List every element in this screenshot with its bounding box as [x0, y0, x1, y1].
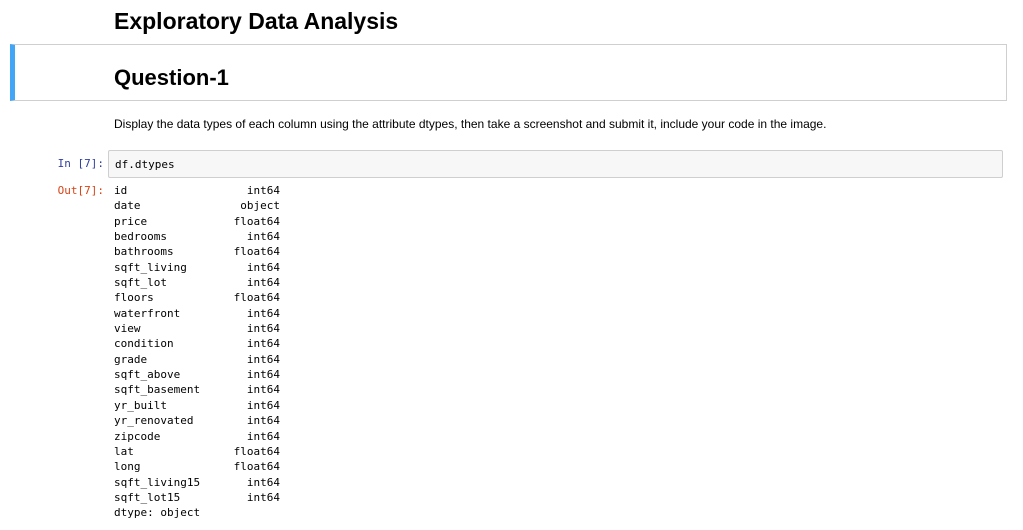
column-dtype: int64	[246, 276, 280, 290]
dtype-row: sqft_above int64	[114, 367, 280, 382]
column-dtype: int64	[246, 383, 280, 397]
column-dtype: int64	[246, 352, 280, 366]
column-dtype: float64	[233, 444, 280, 458]
column-name: bathrooms	[114, 245, 174, 259]
dtype-row: view int64	[114, 321, 280, 336]
column-name: lat	[114, 444, 134, 458]
column-dtype: float64	[233, 214, 280, 228]
column-dtype: int64	[246, 429, 280, 443]
column-name: view	[114, 322, 141, 336]
notebook-title: Exploratory Data Analysis	[114, 8, 399, 34]
column-name: condition	[114, 337, 174, 351]
column-name: yr_renovated	[114, 414, 194, 428]
dtype-row: waterfront int64	[114, 306, 280, 321]
dtype-row: bedrooms int64	[114, 229, 280, 244]
dtype-row: grade int64	[114, 352, 280, 367]
notebook-page: Exploratory Data Analysis Question-1 Dis…	[0, 0, 1023, 530]
dtype-row: date object	[114, 198, 280, 213]
column-name: yr_built	[114, 398, 167, 412]
column-dtype: object	[240, 199, 280, 213]
column-dtype: int64	[246, 490, 280, 504]
dtype-row: lat float64	[114, 444, 280, 459]
column-dtype: int64	[246, 184, 280, 197]
column-dtype: int64	[246, 260, 280, 274]
column-name: sqft_above	[114, 368, 181, 382]
code-input-area[interactable]: df.dtypes	[108, 150, 1003, 178]
column-dtype: float64	[233, 291, 280, 305]
dtype-row: sqft_lot15 int64	[114, 490, 280, 505]
section-heading: Question-1	[114, 65, 229, 90]
column-dtype: int64	[246, 230, 280, 244]
code-text[interactable]: df.dtypes	[115, 157, 175, 172]
dtype-row: yr_renovated int64	[114, 413, 280, 428]
instruction-text: Display the data types of each column us…	[114, 117, 827, 131]
dtype-row: yr_built int64	[114, 398, 280, 413]
column-name: id	[114, 184, 128, 197]
dtype-row: sqft_living int64	[114, 260, 280, 275]
dtype-row: floors float64	[114, 290, 280, 305]
dtype-row: bathrooms float64	[114, 244, 280, 259]
output-prompt: Out[7]:	[57, 184, 104, 197]
dtype-row: sqft_basement int64	[114, 382, 280, 397]
input-prompt: In [7]:	[57, 157, 104, 170]
column-name: date	[114, 199, 141, 213]
dtype-row: zipcode int64	[114, 429, 280, 444]
dtype-row: sqft_living15 int64	[114, 475, 280, 490]
column-dtype: float64	[233, 460, 280, 474]
dtype-row: price float64	[114, 214, 280, 229]
column-dtype: int64	[246, 475, 280, 489]
column-name: sqft_lot15	[114, 490, 181, 504]
column-name: bedrooms	[114, 230, 167, 244]
column-dtype: int64	[246, 322, 280, 336]
column-dtype: int64	[246, 306, 280, 320]
dtypes-list: id int64 date object price float64 bedrooms int…	[114, 183, 280, 505]
cell-output: id int64 date object price float64 bedrooms int…	[114, 183, 280, 521]
column-name: sqft_living	[114, 260, 187, 274]
column-dtype: int64	[246, 398, 280, 412]
column-dtype: int64	[246, 368, 280, 382]
dtype-footer: dtype: object	[114, 506, 201, 520]
column-name: grade	[114, 352, 148, 366]
column-name: price	[114, 214, 148, 228]
dtype-row: id int64	[114, 183, 280, 198]
column-name: long	[114, 460, 141, 474]
dtype-row: condition int64	[114, 336, 280, 351]
column-name: waterfront	[114, 306, 181, 320]
dtype-row: long float64	[114, 459, 280, 474]
column-name: sqft_lot	[114, 276, 167, 290]
column-name: floors	[114, 291, 154, 305]
column-dtype: int64	[246, 414, 280, 428]
markdown-cell-selected[interactable]: Question-1	[10, 44, 1007, 101]
column-name: zipcode	[114, 429, 161, 443]
column-name: sqft_living15	[114, 475, 201, 489]
dtype-row: sqft_lot int64	[114, 275, 280, 290]
column-dtype: int64	[246, 337, 280, 351]
column-dtype: float64	[233, 245, 280, 259]
column-name: sqft_basement	[114, 383, 201, 397]
